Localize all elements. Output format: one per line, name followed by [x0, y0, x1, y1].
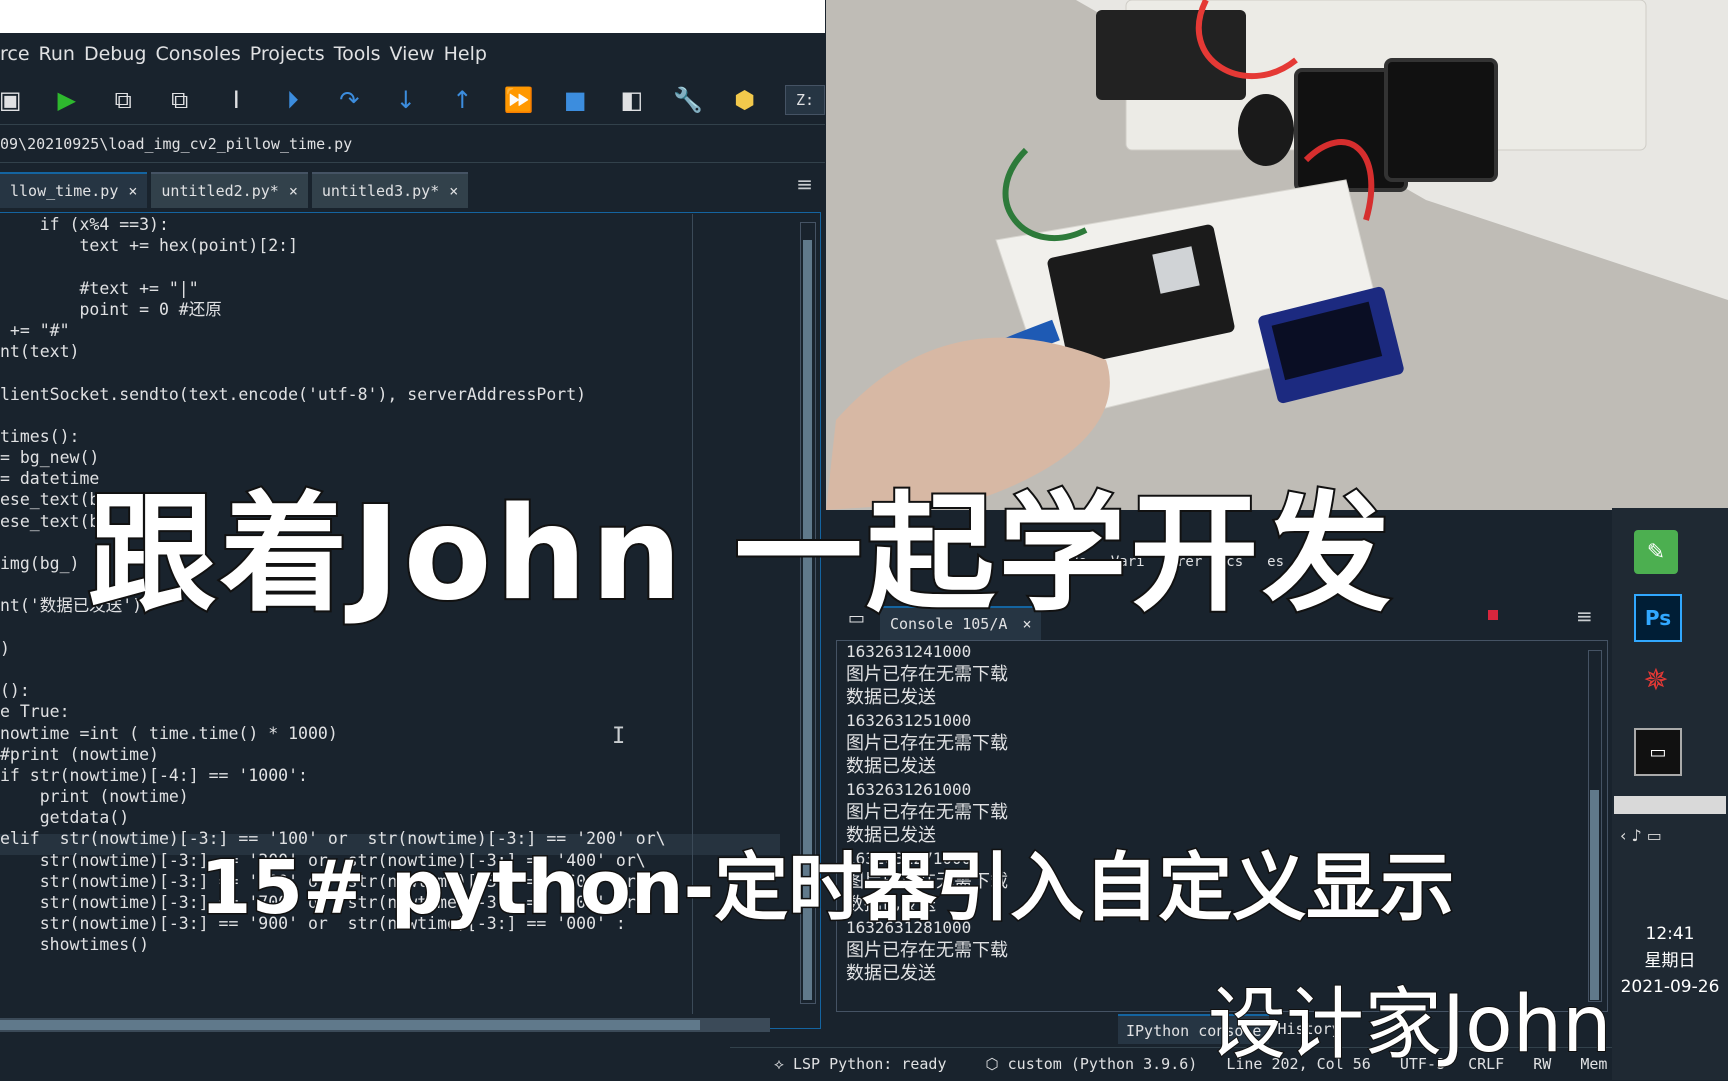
close-icon[interactable]: × [449, 182, 458, 200]
code-line: e True: [0, 702, 70, 722]
run-cell-advance-icon[interactable]: ⧉ [164, 83, 197, 117]
author-signature: 设计家John [1207, 979, 1613, 1071]
debug-icon[interactable]: ⏵ [277, 83, 310, 117]
stop-icon[interactable]: ■ [559, 83, 592, 117]
console-line: 1632631251000 [846, 711, 972, 730]
menu-consoles[interactable]: Consoles [155, 43, 240, 65]
console-line: 数据已发送 [846, 756, 936, 777]
console-line: 图片已存在无需下载 [846, 802, 1008, 823]
console-options-icon[interactable]: ≡ [1576, 604, 1593, 628]
continue-icon[interactable]: ⏩ [503, 83, 536, 117]
editor-tabs: llow_time.py × untitled2.py* × untitled3.p… [0, 172, 825, 208]
code-line: times(): [0, 426, 80, 446]
working-dir-field[interactable]: Z: [785, 85, 825, 115]
toolbar: ▣ ▶ ⧉ ⧉ I ⏵ ↷ ↓ ↑ ⏩ ■ ◧ 🔧 ⬢ Z: [0, 76, 825, 125]
text-cursor: I [612, 724, 626, 749]
code-line: showtimes() [0, 935, 150, 955]
menu-view[interactable]: View [390, 43, 435, 65]
env-icon: ⬡ [985, 1055, 999, 1073]
code-line: if (x%4 ==3): [0, 215, 169, 234]
tray-icons[interactable]: ‹ ♪ ▭ [1620, 826, 1662, 845]
code-line: getdata() [0, 808, 130, 828]
maximize-pane-icon[interactable]: ◧ [616, 83, 649, 117]
code-line: (): [0, 681, 30, 701]
hardware-photo-svg [826, 0, 1728, 510]
console-line: 1632631241000 [846, 642, 972, 661]
code-line: if str(nowtime)[-4:] == '1000': [0, 765, 308, 785]
console-line: 数据已发送 [846, 963, 936, 984]
console-line: 1632631261000 [846, 780, 972, 799]
network-app-icon[interactable]: ✵ [1634, 658, 1678, 702]
code-line: text += hex(point)[2:] [0, 236, 299, 256]
run-cell-icon[interactable]: ⧉ [107, 83, 140, 117]
menu-help[interactable]: Help [444, 43, 487, 65]
code-line: print (nowtime) [0, 787, 189, 807]
code-line: += "#" [0, 320, 70, 340]
notepad-icon[interactable]: ✎ [1634, 530, 1678, 574]
run-icon[interactable]: ▶ [51, 83, 84, 117]
taskbar-scroll[interactable] [1614, 796, 1726, 814]
menu-tools[interactable]: Tools [334, 43, 381, 65]
video-title: 跟着John 一起学开发 [86, 478, 1395, 631]
step-out-icon[interactable]: ↑ [446, 83, 479, 117]
code-line: nt(text) [0, 342, 80, 362]
taskbar-clock[interactable]: 12:41 星期日 2021-09-26 [1612, 924, 1728, 997]
save-icon[interactable]: ▣ [0, 83, 27, 117]
menu-projects[interactable]: Projects [250, 43, 325, 65]
wrench-icon[interactable]: 🔧 [672, 83, 705, 117]
console-line: 图片已存在无需下载 [846, 940, 1008, 961]
lsp-icon: ⟡ [774, 1055, 784, 1073]
photoshop-icon[interactable]: Ps [1634, 594, 1682, 642]
python-path-icon[interactable]: ⬢ [729, 83, 762, 117]
tab-untitled2[interactable]: untitled2.py* × [151, 172, 308, 208]
code-line: point = 0 #还原 [0, 299, 222, 319]
clock-weekday: 星期日 [1644, 951, 1696, 971]
code-line: nowtime =int ( time.time() * 1000) [0, 723, 338, 743]
options-menu-icon[interactable]: ≡ [796, 172, 813, 196]
console-line: 图片已存在无需下载 [846, 733, 1008, 754]
run-selection-icon[interactable]: I [220, 83, 253, 117]
close-icon[interactable]: × [128, 182, 137, 200]
lsp-status[interactable]: LSP Python: ready [793, 1055, 947, 1073]
menu-source[interactable]: rce [0, 43, 30, 65]
stop-kernel-icon[interactable] [1488, 610, 1498, 620]
tab-untitled3[interactable]: untitled3.py* × [311, 172, 469, 208]
close-icon[interactable]: × [289, 182, 298, 200]
menu-run[interactable]: Run [39, 43, 75, 65]
console-line: 图片已存在无需下载 [846, 664, 1008, 685]
editor-hscroll-thumb[interactable] [0, 1020, 700, 1030]
clock-date: 2021-09-26 [1620, 977, 1720, 997]
menu-debug[interactable]: Debug [84, 43, 146, 65]
step-into-icon[interactable]: ↓ [390, 83, 423, 117]
tab-load-img[interactable]: llow_time.py × [0, 172, 148, 208]
code-line: lientSocket.sendto(text.encode('utf-8'),… [0, 384, 587, 404]
step-over-icon[interactable]: ↷ [333, 83, 366, 117]
clock-time: 12:41 [1645, 924, 1695, 944]
terminal-icon[interactable]: ▭ [1634, 728, 1682, 776]
video-subtitle: 15# python-定时器引入自定义显示 [198, 844, 1455, 933]
menu-bar: rce Run Debug Consoles Projects Tools Vi… [0, 33, 825, 75]
title-strip [0, 0, 825, 33]
env-status[interactable]: custom (Python 3.9.6) [1008, 1055, 1198, 1073]
file-path: 09\20210925\load_img_cv2_pillow_time.py [0, 126, 825, 163]
code-line: ) [0, 638, 10, 658]
console-line: 数据已发送 [846, 687, 936, 708]
code-line: #print (nowtime) [0, 744, 159, 764]
hardware-photo [826, 0, 1728, 510]
code-line: #text += "|" [0, 278, 199, 298]
